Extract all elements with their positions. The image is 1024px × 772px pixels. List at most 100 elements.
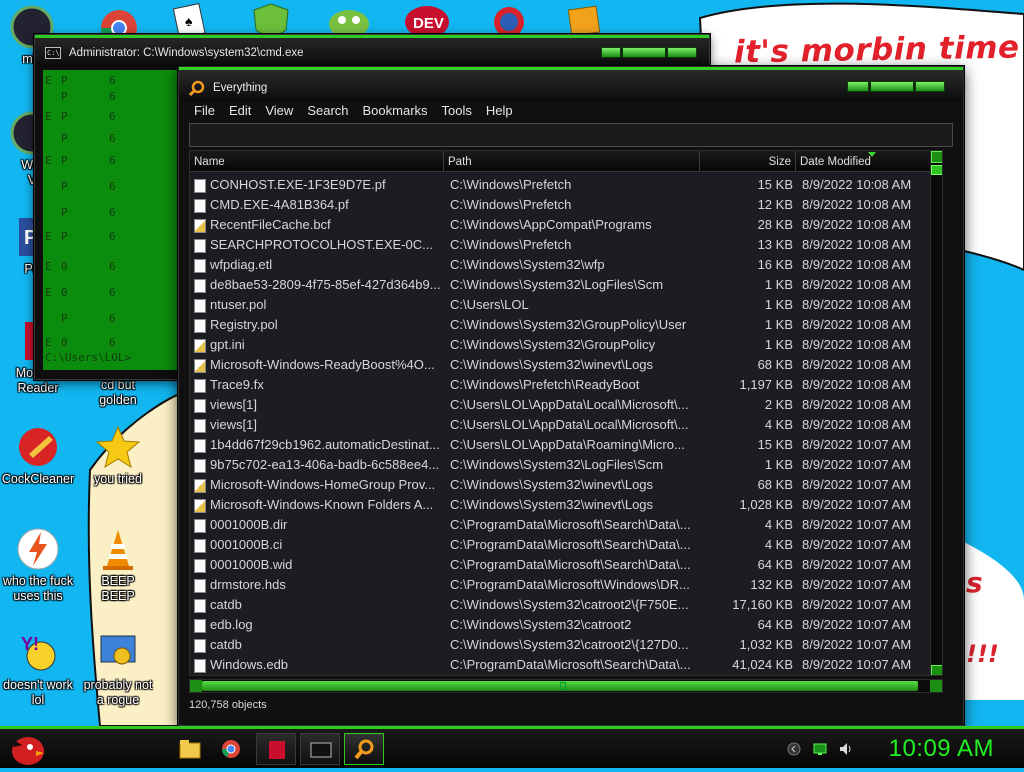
table-row[interactable]: views[1] C:\Users\LOL\AppData\Local\Micro… — [190, 415, 930, 435]
maximize-button[interactable] — [622, 47, 666, 58]
start-button[interactable] — [6, 729, 46, 767]
file-path-cell: C:\Windows\System32\wfp — [450, 257, 605, 272]
date-modified-cell: 8/9/2022 10:07 AM — [802, 617, 912, 632]
svg-text:E: E — [45, 286, 52, 299]
desktop-icon-you-tried[interactable]: you tried — [78, 424, 158, 487]
minimize-button[interactable] — [847, 81, 869, 92]
desktop-icon-probably-not-rogue[interactable]: probably not a rogue — [78, 630, 158, 708]
menu-search[interactable]: Search — [300, 101, 355, 121]
desktop-icon-who-uses-this[interactable]: who the fuck uses this — [0, 526, 78, 604]
table-row[interactable]: SEARCHPROTOCOLHOST.EXE-0C... C:\Windows\P… — [190, 235, 930, 255]
cmd-taskbar-button[interactable] — [300, 733, 340, 765]
table-row[interactable]: Microsoft-Windows-HomeGroup Prov... C:\Wi… — [190, 475, 930, 495]
angry-bird-icon — [12, 737, 44, 765]
column-header-size[interactable]: Size — [700, 151, 796, 172]
folder-taskbar-icon[interactable] — [172, 735, 208, 763]
minimize-button[interactable] — [601, 47, 621, 58]
chrome-taskbar-icon[interactable] — [216, 735, 252, 763]
network-icon[interactable] — [812, 741, 828, 760]
dev-app-icon[interactable]: DEV — [404, 0, 450, 38]
desktop-icon-cockcleaner[interactable]: CockCleaner — [0, 424, 78, 487]
desktop-icon-doesnt-work[interactable]: Y! doesn't work lol — [0, 630, 78, 708]
everything-titlebar[interactable]: Everything — [179, 67, 963, 101]
shield-icon[interactable] — [248, 0, 294, 41]
scroll-down-button[interactable] — [931, 665, 942, 675]
table-row[interactable]: drmstore.hds C:\ProgramData\Microsoft\Win… — [190, 575, 930, 595]
table-row[interactable]: ntuser.pol C:\Users\LOL 1 KB 8/9/2022 10:08… — [190, 295, 930, 315]
table-row[interactable]: 9b75c702-ea13-406a-badb-6c588ee4... C:\Wi… — [190, 455, 930, 475]
solitaire-icon[interactable]: ♠ — [166, 0, 212, 39]
file-name-cell: Microsoft-Windows-Known Folders A... — [210, 497, 434, 512]
menu-help[interactable]: Help — [479, 101, 520, 121]
table-row[interactable]: Windows.edb C:\ProgramData\Microsoft\Sear… — [190, 655, 930, 675]
scroll-up-button[interactable] — [931, 151, 942, 163]
table-row[interactable]: CMD.EXE-4A81B364.pf C:\Windows\Prefetch 12… — [190, 195, 930, 215]
table-row[interactable]: Registry.pol C:\Windows\System32\GroupPol… — [190, 315, 930, 335]
menu-tools[interactable]: Tools — [435, 101, 479, 121]
table-row[interactable]: views[1] C:\Users\LOL\AppData\Local\Micro… — [190, 395, 930, 415]
target-icon[interactable] — [486, 0, 532, 37]
menu-file[interactable]: File — [187, 101, 222, 121]
date-modified-cell: 8/9/2022 10:08 AM — [802, 257, 912, 272]
table-row[interactable]: gpt.ini C:\Windows\System32\GroupPolicy 1 … — [190, 335, 930, 355]
system-tray — [786, 741, 854, 760]
file-size-cell: 15 KB — [757, 177, 793, 192]
horizontal-scrollbar[interactable] — [189, 679, 943, 693]
file-icon — [194, 579, 206, 593]
file-icon — [194, 599, 206, 613]
system-file-icon — [194, 479, 206, 493]
table-row[interactable]: 0001000B.wid C:\ProgramData\Microsoft\Sea… — [190, 555, 930, 575]
results-list[interactable]: Name Path Size Date Modified CONHOST.EXE… — [189, 150, 943, 676]
table-row[interactable]: catdb C:\Windows\System32\catroot2\{F750E… — [190, 595, 930, 615]
table-row[interactable]: catdb C:\Windows\System32\catroot2\{127D0… — [190, 635, 930, 655]
file-size-cell: 1,032 KB — [739, 637, 794, 652]
dev-icon-label: DEV — [413, 15, 444, 32]
scroll-left-button[interactable] — [190, 680, 202, 692]
table-row[interactable]: Microsoft-Windows-Known Folders A... C:\W… — [190, 495, 930, 515]
column-header-path[interactable]: Path — [444, 151, 700, 172]
search-input[interactable] — [190, 124, 952, 146]
svg-text:E: E — [45, 74, 52, 87]
column-header-name[interactable]: Name — [190, 151, 444, 172]
menu-edit[interactable]: Edit — [222, 101, 258, 121]
svg-text:6: 6 — [109, 312, 116, 325]
cmd-console-output[interactable]: EP6 P6 EP6 P6 EP6 P6 P6 EP6 E06 E06 P6 E… — [43, 70, 183, 370]
everything-taskbar-button[interactable] — [344, 733, 384, 765]
menu-view[interactable]: View — [258, 101, 300, 121]
chrome-icon[interactable] — [96, 0, 142, 46]
desktop-icon-beep-beep[interactable]: BEEP BEEP — [78, 526, 158, 604]
reader-taskbar-button[interactable] — [256, 733, 296, 765]
scroll-thumb[interactable] — [931, 165, 942, 175]
magnifier-icon — [354, 739, 374, 760]
file-size-cell: 64 KB — [757, 617, 793, 632]
table-row[interactable]: Microsoft-Windows-ReadyBoost%4O... C:\Win… — [190, 355, 930, 375]
volume-icon[interactable] — [838, 741, 854, 760]
table-row[interactable]: wfpdiag.etl C:\Windows\System32\wfp 16 KB 8… — [190, 255, 930, 275]
cmd-titlebar[interactable]: C:\ Administrator: C:\Windows\system32\c… — [35, 35, 709, 67]
close-button[interactable] — [667, 47, 697, 58]
table-row[interactable]: 0001000B.dir C:\ProgramData\Microsoft\Sea… — [190, 515, 930, 535]
table-row[interactable]: CONHOST.EXE-1F3E9D7E.pf C:\Windows\Prefet… — [190, 175, 930, 195]
table-row[interactable]: RecentFileCache.bcf C:\Windows\AppCompat\… — [190, 215, 930, 235]
menu-bookmarks[interactable]: Bookmarks — [356, 101, 435, 121]
table-row[interactable]: 0001000B.ci C:\ProgramData\Microsoft\Sear… — [190, 535, 930, 555]
everything-window[interactable]: Everything File Edit View Search Bookmar… — [178, 66, 964, 726]
close-button[interactable] — [915, 81, 945, 92]
vertical-scrollbar[interactable] — [930, 151, 942, 675]
column-header-date-modified[interactable]: Date Modified — [796, 151, 932, 172]
date-modified-cell: 8/9/2022 10:07 AM — [802, 477, 912, 492]
console-icon: C:\ — [45, 47, 61, 59]
svg-text:P: P — [61, 154, 68, 167]
table-row[interactable]: Trace9.fx C:\Windows\Prefetch\ReadyBoot 1,… — [190, 375, 930, 395]
box-icon[interactable] — [562, 0, 608, 37]
tray-expand-icon[interactable] — [786, 741, 802, 760]
status-bar-object-count: 120,758 objects — [189, 699, 267, 711]
taskbar-clock[interactable]: 10:09 AM — [889, 735, 994, 763]
maximize-button[interactable] — [870, 81, 914, 92]
desktop-icon-label: you tried — [94, 472, 142, 486]
scroll-right-button[interactable] — [930, 680, 942, 692]
table-row[interactable]: 1b4dd67f29cb1962.automaticDestinat... C:\… — [190, 435, 930, 455]
table-row[interactable]: de8bae53-2809-4f75-85ef-427d364b9... C:\W… — [190, 275, 930, 295]
game-icon[interactable] — [326, 0, 372, 38]
table-row[interactable]: edb.log C:\Windows\System32\catroot2 64 KB… — [190, 615, 930, 635]
